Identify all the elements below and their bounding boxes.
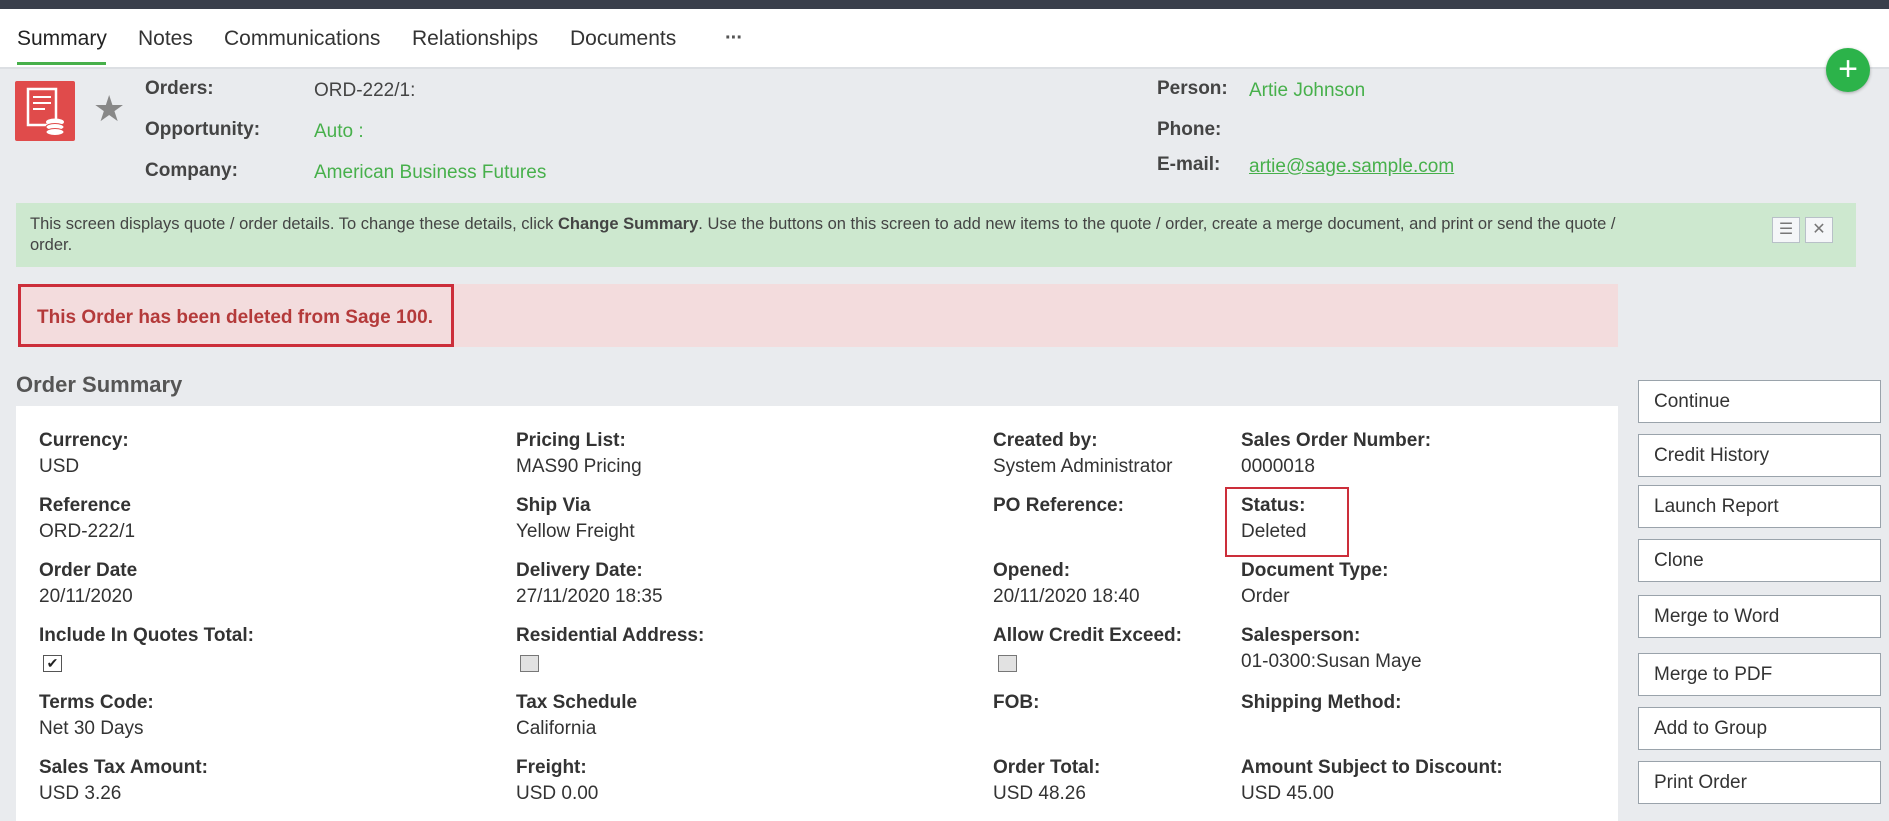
deleted-alert: This Order has been deleted from Sage 10…	[18, 284, 1618, 347]
phone-label: Phone:	[1157, 119, 1222, 140]
more-tabs-icon[interactable]: ···	[725, 27, 743, 50]
reference-value: ORD-222/1	[39, 521, 136, 542]
order-icon	[15, 81, 75, 141]
sales-order-number-label: Sales Order Number:	[1241, 430, 1432, 451]
top-strip	[0, 0, 1889, 9]
close-help-icon[interactable]: ✕	[1805, 217, 1833, 243]
document-type-label: Document Type:	[1241, 560, 1389, 581]
add-button[interactable]: +	[1826, 48, 1870, 92]
created-by-label: Created by:	[993, 430, 1098, 451]
email-link[interactable]: artie@sage.sample.com	[1249, 156, 1454, 178]
credit-history-button[interactable]: Credit History	[1638, 434, 1881, 477]
active-tab-indicator	[17, 62, 106, 65]
delivery-date-value: 27/11/2020 18:35	[516, 586, 663, 607]
expand-help-icon[interactable]: ☰	[1772, 217, 1800, 243]
opened-value: 20/11/2020 18:40	[993, 586, 1140, 607]
orders-label: Orders:	[145, 78, 214, 99]
email-label: E-mail:	[1157, 154, 1221, 175]
print-order-button[interactable]: Print Order	[1638, 761, 1881, 804]
salesperson-value: 01-0300:Susan Maye	[1241, 651, 1422, 672]
opportunity-link[interactable]: Auto :	[314, 121, 364, 143]
allow-credit-checkbox	[998, 655, 1017, 672]
pricing-list-value: MAS90 Pricing	[516, 456, 642, 477]
merge-to-word-button[interactable]: Merge to Word	[1638, 595, 1881, 638]
pricing-list-label: Pricing List:	[516, 430, 626, 451]
info-text: This screen displays quote / order detai…	[30, 215, 1616, 254]
fob-label: FOB:	[993, 692, 1040, 713]
tab-notes[interactable]: Notes	[138, 27, 193, 51]
person-link[interactable]: Artie Johnson	[1249, 80, 1365, 102]
po-reference-label: PO Reference:	[993, 495, 1124, 516]
info-banner: This screen displays quote / order detai…	[16, 203, 1856, 267]
tax-schedule-label: Tax Schedule	[516, 692, 638, 713]
person-label: Person:	[1157, 78, 1228, 99]
allow-credit-label: Allow Credit Exceed:	[993, 625, 1182, 646]
ship-via-label: Ship Via	[516, 495, 591, 516]
tab-summary[interactable]: Summary	[17, 27, 107, 51]
status-value: Deleted	[1241, 521, 1307, 542]
order-date-value: 20/11/2020	[39, 586, 133, 607]
freight-label: Freight:	[516, 757, 587, 778]
currency-value: USD	[39, 456, 80, 477]
company-label: Company:	[145, 160, 238, 181]
orders-value: ORD-222/1:	[314, 80, 416, 101]
residential-address-checkbox	[520, 655, 539, 672]
discount-amount-label: Amount Subject to Discount:	[1241, 757, 1503, 778]
company-link[interactable]: American Business Futures	[314, 162, 546, 184]
launch-report-button[interactable]: Launch Report	[1638, 485, 1881, 528]
document-type-value: Order	[1241, 586, 1290, 607]
favorite-star-icon[interactable]: ★	[93, 91, 125, 127]
tab-communications[interactable]: Communications	[224, 27, 380, 51]
include-quotes-label: Include In Quotes Total:	[39, 625, 254, 646]
opportunity-label: Opportunity:	[145, 119, 261, 140]
residential-address-label: Residential Address:	[516, 625, 705, 646]
sales-tax-value: USD 3.26	[39, 783, 122, 804]
salesperson-label: Salesperson:	[1241, 625, 1361, 646]
sales-tax-label: Sales Tax Amount:	[39, 757, 208, 778]
reference-label: Reference	[39, 495, 131, 516]
sales-order-number-value: 0000018	[1241, 456, 1315, 477]
clone-button[interactable]: Clone	[1638, 539, 1881, 582]
section-title: Order Summary	[16, 372, 183, 397]
alert-text: This Order has been deleted from Sage 10…	[37, 307, 433, 328]
add-to-group-button[interactable]: Add to Group	[1638, 707, 1881, 750]
tax-schedule-value: California	[516, 718, 597, 739]
tab-bar: Summary Notes Communications Relationshi…	[0, 9, 1889, 69]
include-quotes-checkbox: ✔	[43, 655, 62, 672]
opened-label: Opened:	[993, 560, 1071, 581]
merge-to-pdf-button[interactable]: Merge to PDF	[1638, 653, 1881, 696]
terms-value: Net 30 Days	[39, 718, 144, 739]
status-label: Status:	[1241, 495, 1306, 516]
tab-documents[interactable]: Documents	[570, 27, 676, 51]
created-by-value: System Administrator	[993, 456, 1173, 477]
ship-via-value: Yellow Freight	[516, 521, 635, 542]
currency-label: Currency:	[39, 430, 129, 451]
shipping-method-label: Shipping Method:	[1241, 692, 1402, 713]
discount-amount-value: USD 45.00	[1241, 783, 1334, 804]
order-total-value: USD 48.26	[993, 783, 1086, 804]
alert-highlight-box: This Order has been deleted from Sage 10…	[18, 284, 454, 347]
order-date-label: Order Date	[39, 560, 138, 581]
freight-value: USD 0.00	[516, 783, 599, 804]
delivery-date-label: Delivery Date:	[516, 560, 643, 581]
tab-relationships[interactable]: Relationships	[412, 27, 538, 51]
terms-label: Terms Code:	[39, 692, 154, 713]
continue-button[interactable]: Continue	[1638, 380, 1881, 423]
order-total-label: Order Total:	[993, 757, 1101, 778]
